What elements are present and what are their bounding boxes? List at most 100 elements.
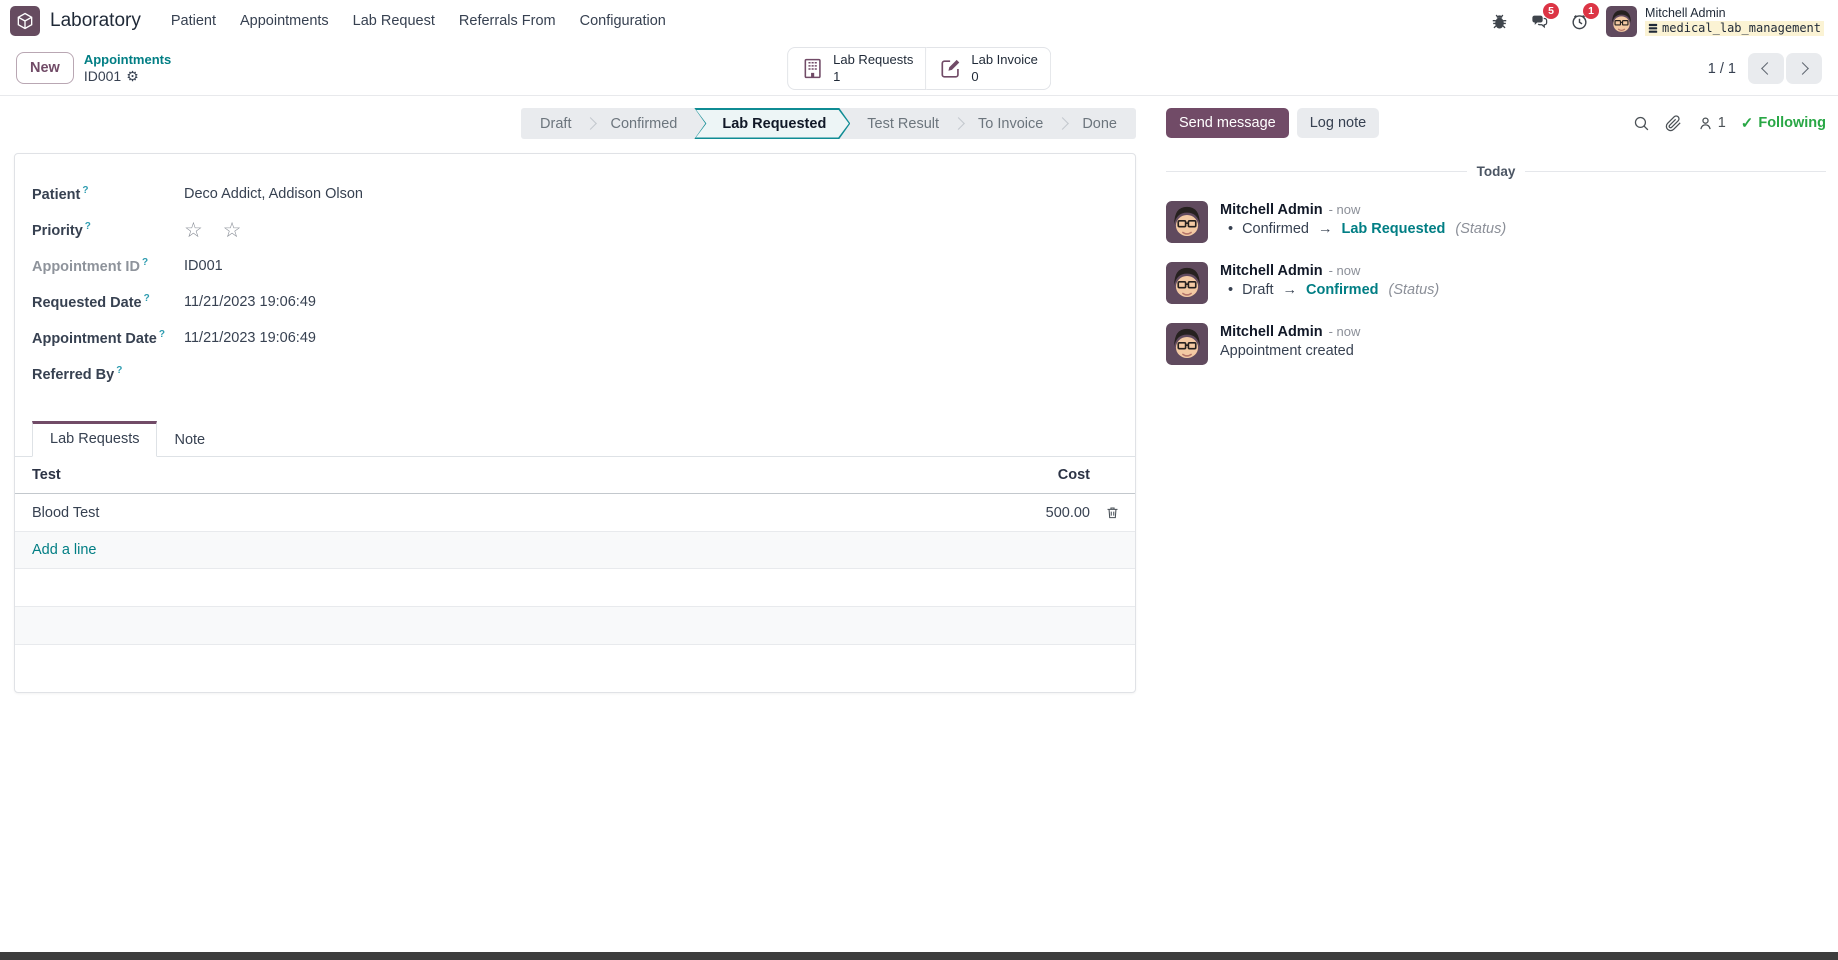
status-step-done[interactable]: Done — [1063, 108, 1136, 139]
odoo-apps-icon[interactable] — [10, 6, 40, 36]
message-avatar — [1166, 201, 1208, 243]
app-name[interactable]: Laboratory — [50, 10, 141, 32]
database-icon — [1648, 24, 1658, 33]
statusbar: Draft Confirmed Lab Requested Lab Reques… — [521, 108, 1136, 139]
log-note-button[interactable]: Log note — [1296, 108, 1380, 138]
column-header-cost[interactable]: Cost — [970, 467, 1090, 483]
date-divider: Today — [1166, 164, 1827, 179]
arrow-right-icon: → — [1317, 221, 1333, 237]
new-button[interactable]: New — [16, 52, 74, 85]
message-avatar — [1166, 262, 1208, 304]
tab-lab-requests[interactable]: Lab Requests — [32, 421, 158, 457]
field-row-requested-date: Requested Date? 11/21/2023 19:06:49 — [32, 293, 316, 311]
patient-field[interactable]: Deco Addict, Addison Olson — [184, 186, 363, 202]
messages-icon[interactable]: 5 — [1526, 3, 1560, 34]
message-time: - now — [1328, 263, 1361, 278]
window-bottom-edge — [0, 952, 1838, 960]
activities-badge: 1 — [1583, 3, 1600, 19]
tracking-change: • Draft → Confirmed (Status) — [1220, 282, 1439, 298]
field-row-priority: Priority? ☆ ☆ — [32, 218, 249, 242]
pager-next-button[interactable] — [1786, 53, 1822, 84]
help-icon: ? — [84, 221, 91, 233]
user-menu[interactable]: Mitchell Admin medical_lab_management — [1606, 5, 1824, 37]
lab-requests-smart-button[interactable]: Lab Requests 1 — [787, 47, 927, 90]
lab-invoice-count: 0 — [971, 68, 979, 84]
message-time: - now — [1328, 324, 1361, 339]
field-row-appointment-id: Appointment ID? ID001 — [32, 257, 223, 275]
menu-patient[interactable]: Patient — [161, 7, 226, 35]
menu-lab-request[interactable]: Lab Request — [343, 7, 445, 35]
add-a-line-link[interactable]: Add a line — [15, 542, 97, 558]
tracking-old-value: Draft — [1242, 282, 1274, 298]
messages-badge: 5 — [1543, 3, 1560, 19]
followers-count: 1 — [1717, 115, 1726, 131]
test-cell[interactable]: Blood Test — [15, 505, 970, 521]
lab-invoice-smart-button[interactable]: Lab Invoice 0 — [926, 47, 1051, 90]
building-icon — [804, 58, 821, 79]
breadcrumb-appointments-link[interactable]: Appointments — [84, 52, 171, 68]
activities-clock-icon[interactable]: 1 — [1566, 3, 1600, 34]
menu-appointments[interactable]: Appointments — [230, 7, 339, 35]
status-step-test-result[interactable]: Test Result — [848, 108, 958, 139]
message-author: Mitchell Admin — [1220, 202, 1323, 218]
status-step-to-invoice[interactable]: To Invoice — [959, 108, 1062, 139]
person-icon — [1699, 116, 1711, 129]
table-header: Test Cost — [15, 457, 1135, 494]
debug-bug-icon[interactable] — [1486, 8, 1512, 34]
help-icon: ? — [141, 257, 149, 269]
tracking-field-name: (Status) — [1455, 221, 1507, 237]
form-sheet: Patient? Deco Addict, Addison Olson Prio… — [14, 153, 1136, 693]
delete-row-button[interactable] — [1105, 505, 1120, 520]
tracking-field-name: (Status) — [1388, 282, 1440, 298]
message-author: Mitchell Admin — [1220, 324, 1323, 340]
tab-note[interactable]: Note — [157, 423, 222, 457]
main-menu: Patient Appointments Lab Request Referra… — [161, 7, 676, 35]
menu-configuration[interactable]: Configuration — [570, 7, 676, 35]
check-icon: ✓ — [1740, 115, 1754, 132]
help-icon: ? — [116, 365, 123, 377]
status-step-lab-requested[interactable]: Lab Requested Lab Requested — [694, 108, 850, 139]
breadcrumb-current: ID001 — [83, 67, 122, 84]
requested-date-field[interactable]: 11/21/2023 19:06:49 — [184, 294, 316, 310]
followers-button[interactable]: 1 — [1697, 115, 1726, 132]
empty-row — [15, 569, 1135, 607]
send-message-button[interactable]: Send message — [1166, 108, 1289, 138]
appointment-date-field[interactable]: 11/21/2023 19:06:49 — [184, 330, 316, 346]
chevron-right-icon — [1796, 62, 1809, 75]
search-messages-icon[interactable] — [1633, 115, 1650, 132]
date-divider-label: Today — [1476, 164, 1516, 179]
following-button[interactable]: ✓ Following — [1741, 114, 1826, 132]
trash-icon — [1107, 507, 1118, 519]
field-row-appointment-date: Appointment Date? 11/21/2023 19:06:49 — [32, 329, 316, 347]
message-time: - now — [1328, 202, 1361, 217]
field-row-referred-by: Referred By? — [32, 365, 123, 383]
gear-icon[interactable]: ⚙ — [126, 68, 139, 85]
attachment-paperclip-icon[interactable] — [1665, 114, 1682, 132]
empty-row — [15, 607, 1135, 645]
status-step-confirmed[interactable]: Confirmed — [591, 108, 696, 139]
chevron-left-icon — [1761, 62, 1774, 75]
column-header-test[interactable]: Test — [15, 467, 970, 483]
pager-previous-button[interactable] — [1748, 53, 1784, 84]
bullet-icon: • — [1228, 282, 1234, 298]
menu-referrals-from[interactable]: Referrals From — [449, 7, 566, 35]
smart-buttons: Lab Requests 1 Lab Invoice 0 — [787, 47, 1051, 90]
chatter-message: Mitchell Admin - now • Draft → Confirmed… — [1166, 258, 1826, 308]
help-icon: ? — [143, 293, 150, 305]
breadcrumb: Appointments ID001 ⚙ — [84, 52, 171, 84]
chatter-message: Mitchell Admin - now Appointment created — [1166, 319, 1826, 369]
pager-text: 1 / 1 — [1707, 60, 1736, 77]
priority-stars[interactable]: ☆ ☆ — [184, 220, 249, 241]
tracking-new-value[interactable]: Lab Requested — [1341, 221, 1445, 237]
table-row[interactable]: Blood Test 500.00 — [15, 494, 1135, 532]
arrow-right-icon: → — [1282, 282, 1298, 298]
tracking-new-value[interactable]: Confirmed — [1306, 282, 1379, 298]
user-avatar — [1606, 5, 1638, 37]
cost-cell[interactable]: 500.00 — [970, 505, 1090, 521]
chatter-message: Mitchell Admin - now • Confirmed → Lab R… — [1166, 197, 1826, 247]
field-row-patient: Patient? Deco Addict, Addison Olson — [32, 185, 363, 203]
chatter: Send message Log note 1 ✓ Following Toda… — [1150, 96, 1838, 380]
user-name: Mitchell Admin — [1645, 5, 1726, 20]
control-panel: New Appointments ID001 ⚙ Lab Requests 1 — [0, 42, 1838, 96]
status-step-draft[interactable]: Draft — [521, 108, 590, 139]
